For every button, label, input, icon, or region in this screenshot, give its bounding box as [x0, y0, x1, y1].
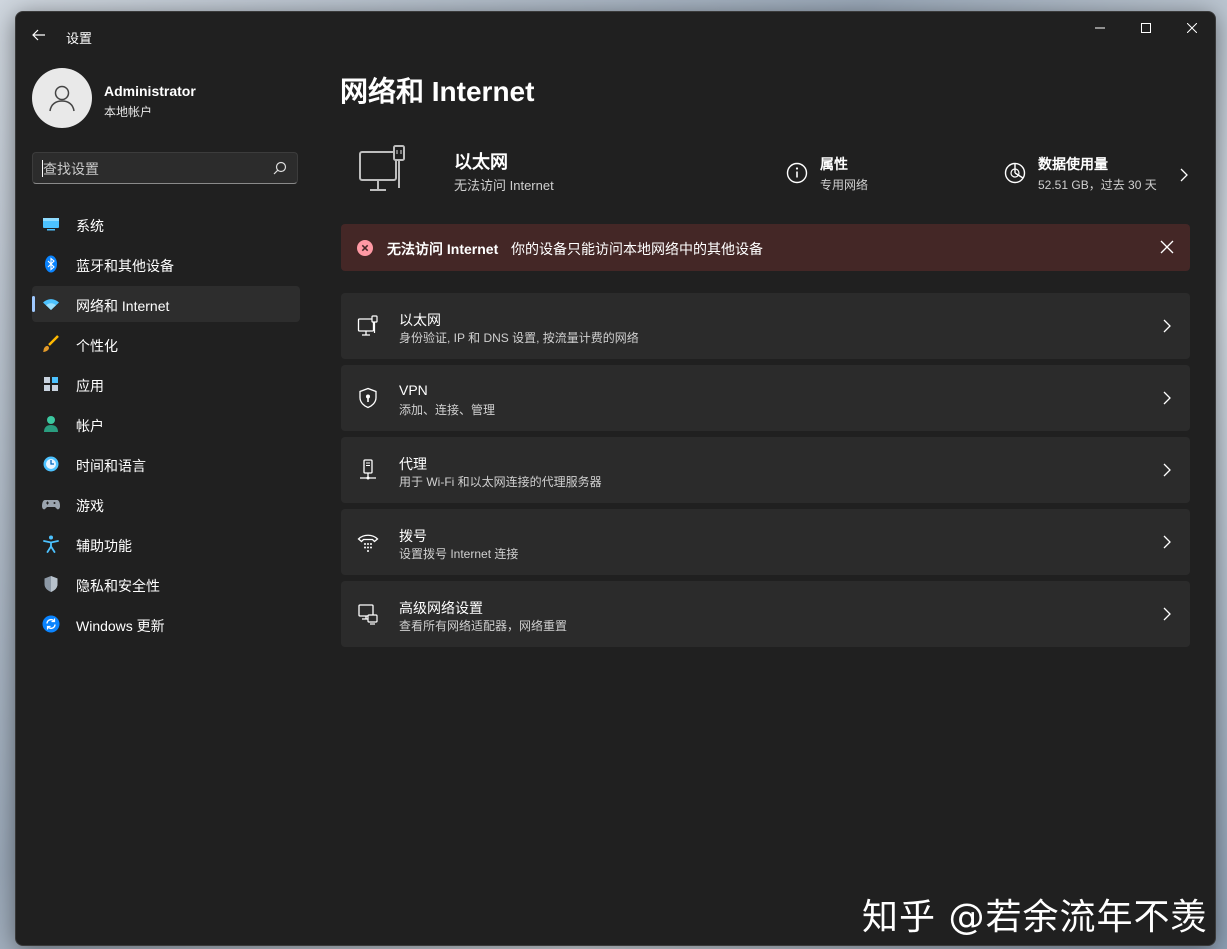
close-icon[interactable] — [1160, 240, 1174, 254]
sidebar-item-label: 个性化 — [76, 338, 118, 354]
card-title: VPN — [399, 382, 428, 398]
chevron-right-icon — [1163, 319, 1171, 333]
sidebar-item-label: Windows 更新 — [76, 618, 165, 634]
data-usage-link[interactable]: 数据使用量 52.51 GB，过去 30 天 — [1004, 152, 1190, 196]
banner-message: 你的设备只能访问本地网络中的其他设备 — [511, 241, 763, 257]
avatar — [32, 68, 92, 128]
properties-title: 属性 — [820, 156, 848, 172]
accessibility-icon — [42, 535, 60, 553]
title-bar: 设置 — [16, 12, 1215, 56]
back-arrow-icon — [32, 29, 45, 41]
account-type: 本地帐户 — [104, 105, 153, 119]
sidebar-item-label: 隐私和安全性 — [76, 578, 160, 594]
adapter-status: 无法访问 Internet — [454, 178, 554, 193]
time-language-icon — [42, 455, 60, 473]
system-icon — [42, 215, 60, 233]
back-button[interactable] — [28, 24, 50, 46]
card-ethernet[interactable]: 以太网 身份验证, IP 和 DNS 设置, 按流量计费的网络 — [341, 293, 1190, 359]
error-icon — [357, 240, 373, 256]
banner-title: 无法访问 Internet — [387, 241, 499, 257]
card-title: 拨号 — [399, 528, 427, 544]
sidebar-item-label: 蓝牙和其他设备 — [76, 258, 174, 274]
adapter-name: 以太网 — [454, 152, 508, 172]
ethernet-large-icon — [359, 145, 405, 191]
sidebar-item-label: 帐户 — [76, 418, 104, 434]
proxy-icon — [357, 459, 379, 481]
close-icon — [1187, 23, 1197, 33]
card-title: 代理 — [399, 456, 427, 472]
sidebar-item-time-language[interactable]: 时间和语言 — [32, 446, 300, 482]
bluetooth-icon — [42, 255, 60, 273]
sidebar-item-network[interactable]: 网络和 Internet — [32, 286, 300, 322]
card-title: 高级网络设置 — [399, 600, 483, 616]
settings-cards: 以太网 身份验证, IP 和 DNS 设置, 按流量计费的网络 VPN 添加、连… — [341, 293, 1190, 653]
network-summary: 以太网 无法访问 Internet 属性 专用网络 数据使用量 52.51 GB… — [340, 140, 1190, 220]
search-box[interactable] — [32, 152, 298, 185]
sidebar-item-accessibility[interactable]: 辅助功能 — [32, 526, 300, 562]
sidebar-item-label: 游戏 — [76, 498, 104, 514]
shield-icon — [42, 575, 60, 593]
card-title: 以太网 — [399, 312, 441, 328]
card-subtitle: 添加、连接、管理 — [399, 403, 496, 417]
user-name: Administrator — [104, 83, 196, 99]
brush-icon — [42, 335, 60, 353]
minimize-icon — [1095, 27, 1105, 29]
sidebar-item-bluetooth[interactable]: 蓝牙和其他设备 — [32, 246, 300, 282]
network-profile-type: 专用网络 — [820, 178, 869, 192]
sidebar-item-label: 时间和语言 — [76, 458, 146, 474]
page-title: 网络和 Internet — [340, 76, 535, 107]
card-subtitle: 身份验证, IP 和 DNS 设置, 按流量计费的网络 — [399, 331, 639, 345]
data-usage-amount: 52.51 GB，过去 30 天 — [1038, 178, 1157, 192]
user-icon — [49, 85, 75, 112]
card-vpn[interactable]: VPN 添加、连接、管理 — [341, 365, 1190, 431]
search-icon[interactable] — [273, 161, 287, 175]
card-subtitle: 查看所有网络适配器，网络重置 — [399, 619, 568, 633]
error-banner: 无法访问 Internet 你的设备只能访问本地网络中的其他设备 — [341, 224, 1190, 271]
chevron-right-icon — [1180, 168, 1188, 182]
wifi-icon — [42, 295, 60, 313]
search-input[interactable] — [41, 153, 265, 185]
card-dialup[interactable]: 拨号 设置拨号 Internet 连接 — [341, 509, 1190, 575]
sidebar-item-personalization[interactable]: 个性化 — [32, 326, 300, 362]
active-indicator — [32, 296, 35, 312]
account-icon — [42, 415, 60, 433]
sidebar-item-label: 网络和 Internet — [76, 298, 170, 314]
chevron-right-icon — [1163, 607, 1171, 621]
minimize-button[interactable] — [1077, 12, 1123, 44]
sidebar-item-label: 应用 — [76, 378, 104, 394]
maximize-button[interactable] — [1123, 12, 1169, 44]
data-usage-title: 数据使用量 — [1038, 156, 1108, 172]
sidebar-nav: 系统 蓝牙和其他设备 网络和 Internet 个性化 应用 帐户 时间和语言 … — [32, 206, 300, 646]
data-usage-icon — [1004, 162, 1026, 184]
properties-link[interactable]: 属性 专用网络 — [786, 152, 986, 196]
card-subtitle: 用于 Wi-Fi 和以太网连接的代理服务器 — [399, 475, 602, 489]
sidebar-item-apps[interactable]: 应用 — [32, 366, 300, 402]
app-title: 设置 — [66, 31, 93, 46]
sidebar-item-label: 系统 — [76, 218, 104, 234]
card-subtitle: 设置拨号 Internet 连接 — [399, 547, 519, 561]
update-icon — [42, 615, 60, 633]
sidebar-item-windows-update[interactable]: Windows 更新 — [32, 606, 300, 642]
sidebar-item-label: 辅助功能 — [76, 538, 132, 554]
apps-icon — [42, 375, 60, 393]
sidebar-item-system[interactable]: 系统 — [32, 206, 300, 242]
settings-window: 设置 Administrator 本地帐户 系统 — [15, 11, 1216, 946]
sidebar-item-accounts[interactable]: 帐户 — [32, 406, 300, 442]
card-proxy[interactable]: 代理 用于 Wi-Fi 和以太网连接的代理服务器 — [341, 437, 1190, 503]
chevron-right-icon — [1163, 391, 1171, 405]
chevron-right-icon — [1163, 463, 1171, 477]
vpn-shield-icon — [357, 387, 379, 409]
sidebar-item-gaming[interactable]: 游戏 — [32, 486, 300, 522]
watermark-text: 知乎 @若余流年不羡 — [862, 897, 1208, 938]
ethernet-icon — [357, 315, 379, 337]
advanced-network-icon — [357, 603, 379, 625]
gaming-icon — [42, 495, 60, 513]
close-button[interactable] — [1169, 12, 1215, 44]
maximize-icon — [1141, 23, 1151, 33]
sidebar-item-privacy[interactable]: 隐私和安全性 — [32, 566, 300, 602]
chevron-right-icon — [1163, 535, 1171, 549]
info-icon — [786, 162, 808, 184]
dialup-icon — [357, 531, 379, 553]
card-advanced-network[interactable]: 高级网络设置 查看所有网络适配器，网络重置 — [341, 581, 1190, 647]
